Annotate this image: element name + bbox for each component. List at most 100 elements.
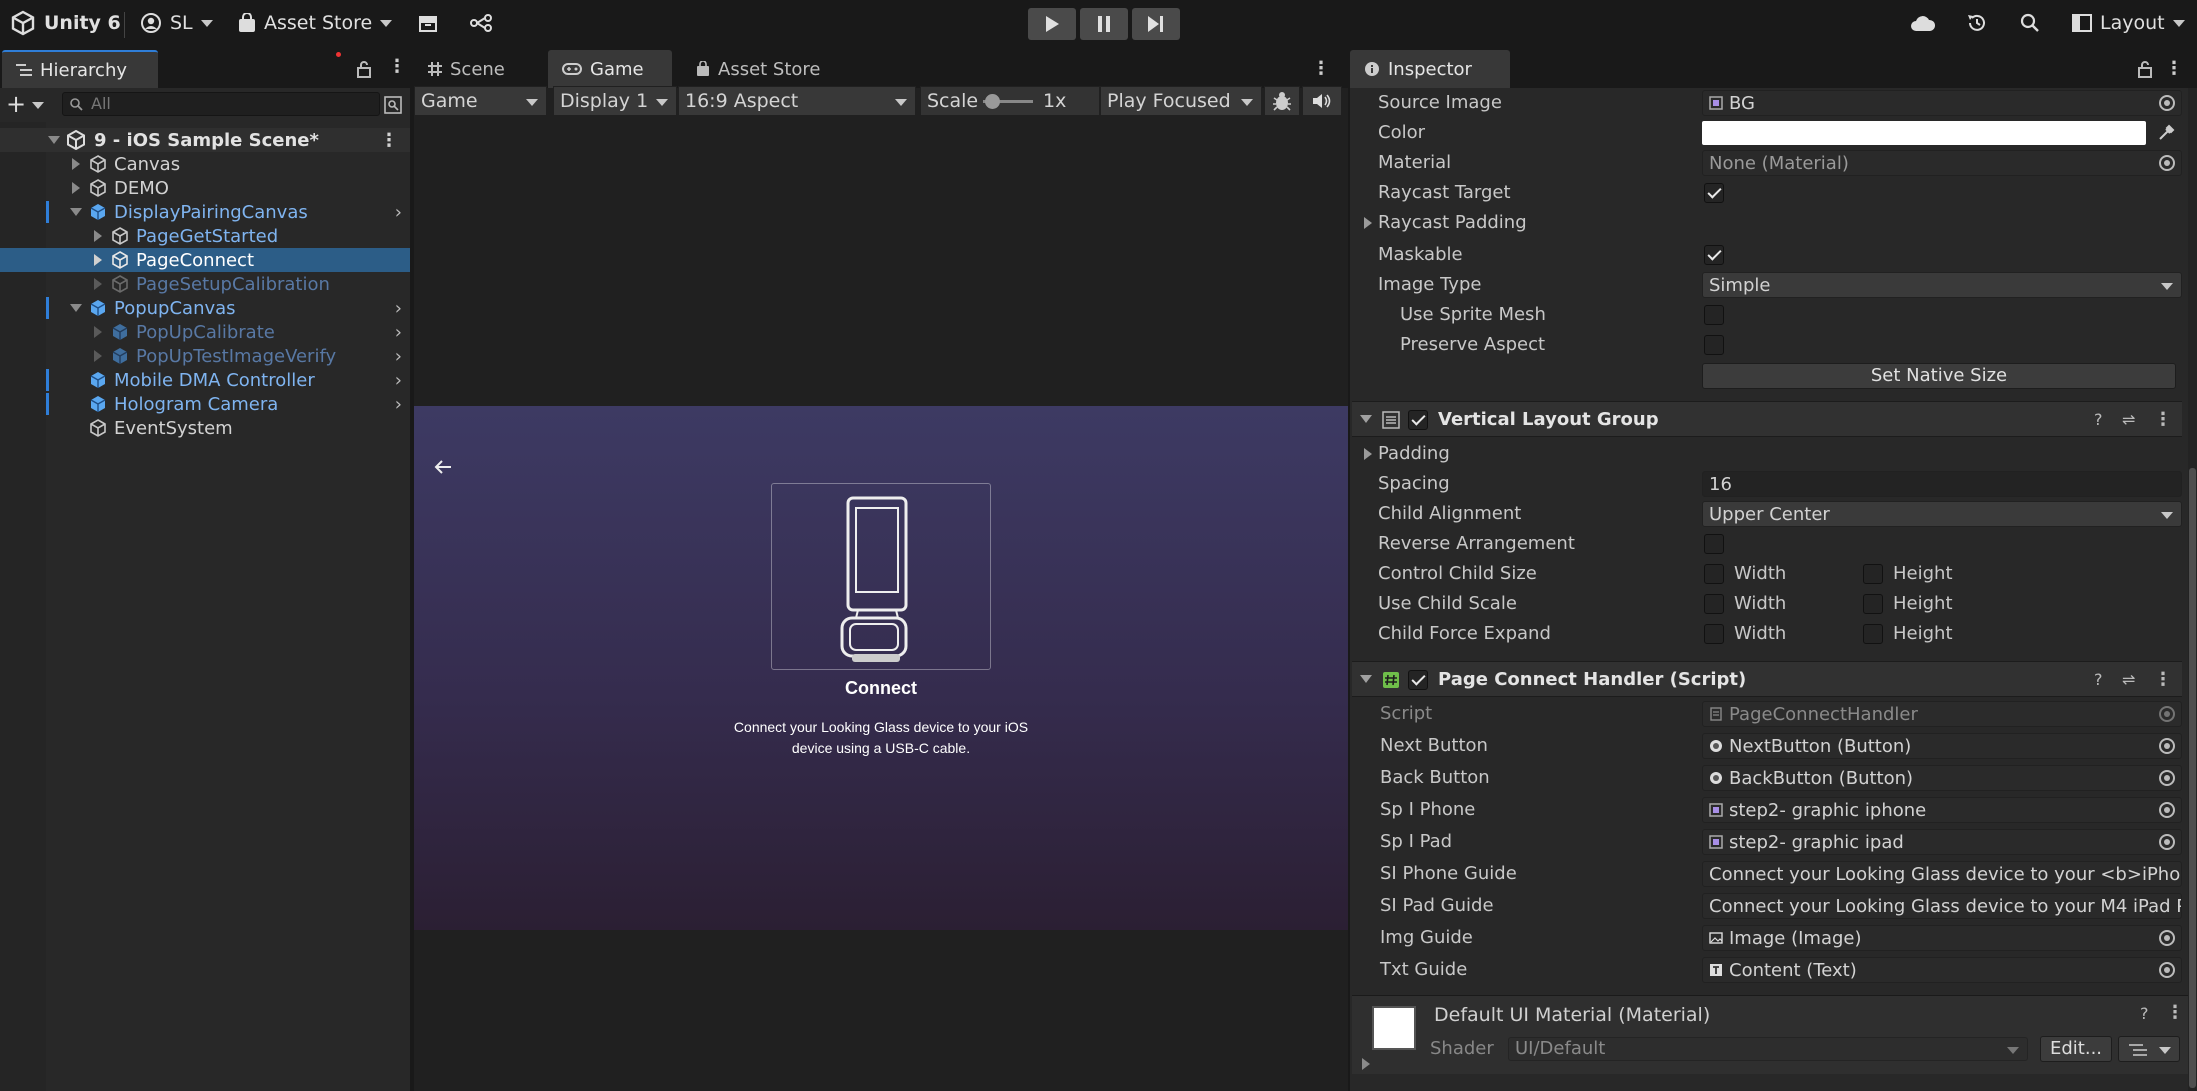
tab-asset-store[interactable]: Asset Store — [682, 50, 835, 88]
chevron-right-icon[interactable] — [72, 182, 80, 194]
kebab-menu-icon[interactable]: ⋮ — [2165, 58, 2183, 79]
chevron-right-icon[interactable]: › — [395, 298, 402, 319]
hierarchy-item-pagesetupcalibration[interactable]: PageSetupCalibration — [0, 272, 410, 296]
hierarchy-item-mobile-dma-controller[interactable]: Mobile DMA Controller › — [0, 368, 410, 392]
chevron-right-icon[interactable]: › — [395, 394, 402, 415]
chevron-right-icon[interactable]: › — [395, 370, 402, 391]
scale-width-checkbox[interactable] — [1704, 594, 1724, 614]
view-selector[interactable]: Game — [414, 86, 547, 116]
pause-button[interactable] — [1080, 8, 1128, 40]
source-image-field[interactable]: BG — [1702, 90, 2182, 116]
chevron-down-icon[interactable] — [48, 136, 60, 144]
hierarchy-item-hologram-camera[interactable]: Hologram Camera › — [0, 392, 410, 416]
layout-dropdown[interactable]: Layout — [2072, 6, 2185, 40]
hierarchy-item-canvas[interactable]: Canvas — [0, 152, 410, 176]
step-button[interactable] — [1132, 8, 1180, 40]
chevron-right-icon[interactable] — [72, 158, 80, 170]
scene-row[interactable]: 9 - iOS Sample Scene* ⋮ — [0, 128, 410, 152]
scale-control[interactable]: Scale 1x — [920, 86, 1100, 116]
hierarchy-item-displaypairingcanvas[interactable]: DisplayPairingCanvas › — [0, 200, 410, 224]
unity-menu[interactable]: Unity 6 — [10, 6, 121, 40]
account-dropdown[interactable]: SL — [140, 6, 213, 40]
hierarchy-item-eventsystem[interactable]: EventSystem — [0, 416, 410, 440]
object-picker-icon[interactable] — [2159, 770, 2175, 786]
audio-toggle[interactable] — [1302, 86, 1342, 116]
child-alignment-dropdown[interactable]: Upper Center — [1702, 501, 2182, 527]
chevron-right-icon[interactable] — [94, 254, 102, 266]
tab-game[interactable]: Game — [548, 50, 672, 88]
shader-options-button[interactable] — [2118, 1036, 2180, 1062]
img-guide-field[interactable]: Image (Image) — [1702, 925, 2182, 951]
package-manager-button[interactable] — [418, 6, 438, 40]
hierarchy-item-popupcalibrate[interactable]: PopUpCalibrate › — [0, 320, 410, 344]
hierarchy-item-demo[interactable]: DEMO — [0, 176, 410, 200]
inspector-scrollbar[interactable] — [2188, 88, 2197, 1091]
raycast-target-checkbox[interactable] — [1704, 183, 1724, 203]
asset-store-dropdown[interactable]: Asset Store — [238, 6, 393, 40]
chevron-right-icon[interactable] — [1362, 1058, 1370, 1070]
next-button-field[interactable]: NextButton (Button) — [1702, 733, 2182, 759]
help-icon[interactable]: ? — [2094, 670, 2103, 689]
help-icon[interactable]: ? — [2140, 1004, 2149, 1023]
help-icon[interactable]: ? — [2094, 410, 2103, 429]
material-preview[interactable] — [1372, 1006, 1416, 1050]
scrollbar-thumb[interactable] — [2189, 468, 2196, 1088]
spacing-input[interactable]: 16 — [1702, 471, 2182, 497]
scale-slider-thumb[interactable] — [985, 94, 1000, 109]
hierarchy-item-popupcanvas[interactable]: PopupCanvas › — [0, 296, 410, 320]
chevron-down-icon[interactable] — [32, 102, 44, 109]
page-connect-handler-header[interactable]: Page Connect Handler (Script) ? ⇌ ⋮ — [1352, 661, 2182, 697]
reverse-arrangement-checkbox[interactable] — [1704, 534, 1724, 554]
si-phone-guide-input[interactable]: Connect your Looking Glass device to you… — [1702, 861, 2182, 887]
object-picker-icon[interactable] — [2159, 155, 2175, 171]
material-field[interactable]: None (Material) — [1702, 150, 2182, 176]
presets-icon[interactable]: ⇌ — [2122, 410, 2135, 429]
chevron-down-icon[interactable] — [70, 208, 82, 216]
chevron-right-icon[interactable]: › — [395, 322, 402, 343]
search-button[interactable] — [2020, 6, 2040, 40]
object-picker-icon[interactable] — [2159, 930, 2175, 946]
display-selector[interactable]: Display 1 — [553, 86, 677, 116]
chevron-right-icon[interactable]: › — [395, 202, 402, 223]
tab-inspector[interactable]: Inspector — [1350, 50, 1510, 88]
chevron-down-icon[interactable] — [1360, 415, 1372, 423]
hierarchy-item-pagegetstarted[interactable]: PageGetStarted — [0, 224, 410, 248]
kebab-menu-icon[interactable]: ⋮ — [2166, 1002, 2184, 1023]
set-native-size-button[interactable]: Set Native Size — [1702, 363, 2176, 389]
chevron-right-icon[interactable] — [94, 326, 102, 338]
object-picker-icon[interactable] — [2159, 95, 2175, 111]
kebab-menu-icon[interactable]: ⋮ — [1312, 58, 1330, 79]
tab-hierarchy[interactable]: Hierarchy — [2, 50, 158, 88]
chevron-right-icon[interactable] — [94, 350, 102, 362]
hierarchy-item-popuptestimageverify[interactable]: PopUpTestImageVerify › — [0, 344, 410, 368]
lock-icon[interactable] — [2137, 60, 2153, 78]
chevron-right-icon[interactable] — [94, 230, 102, 242]
version-control-button[interactable] — [470, 6, 492, 40]
kebab-menu-icon[interactable]: ⋮ — [388, 58, 406, 76]
kebab-menu-icon[interactable]: ⋮ — [2154, 409, 2172, 430]
txt-guide-field[interactable]: Content (Text) — [1702, 957, 2182, 983]
component-enabled-checkbox[interactable] — [1408, 670, 1428, 690]
scene-search-icon[interactable] — [384, 96, 402, 114]
chevron-down-icon[interactable] — [1360, 675, 1372, 683]
object-picker-icon[interactable] — [2159, 962, 2175, 978]
tab-scene[interactable]: Scene — [414, 50, 519, 88]
scale-height-checkbox[interactable] — [1863, 594, 1883, 614]
use-sprite-mesh-checkbox[interactable] — [1704, 305, 1724, 325]
chevron-right-icon[interactable] — [1364, 217, 1372, 229]
image-type-dropdown[interactable]: Simple — [1702, 272, 2182, 298]
chevron-down-icon[interactable] — [70, 304, 82, 312]
sp-i-pad-field[interactable]: step2- graphic ipad — [1702, 829, 2182, 855]
play-mode-selector[interactable]: Play Focused — [1100, 86, 1262, 116]
aspect-selector[interactable]: 16:9 Aspect — [678, 86, 916, 116]
vertical-layout-group-header[interactable]: Vertical Layout Group ? ⇌ ⋮ — [1352, 401, 2182, 437]
back-button-field[interactable]: BackButton (Button) — [1702, 765, 2182, 791]
lock-icon[interactable] — [356, 60, 372, 78]
maskable-checkbox[interactable] — [1704, 245, 1724, 265]
control-height-checkbox[interactable] — [1863, 564, 1883, 584]
cloud-button[interactable] — [1910, 6, 1936, 40]
object-picker-icon[interactable] — [2159, 802, 2175, 818]
chevron-right-icon[interactable]: › — [395, 346, 402, 367]
object-picker-icon[interactable] — [2159, 738, 2175, 754]
hierarchy-search-input[interactable]: All — [62, 92, 380, 116]
